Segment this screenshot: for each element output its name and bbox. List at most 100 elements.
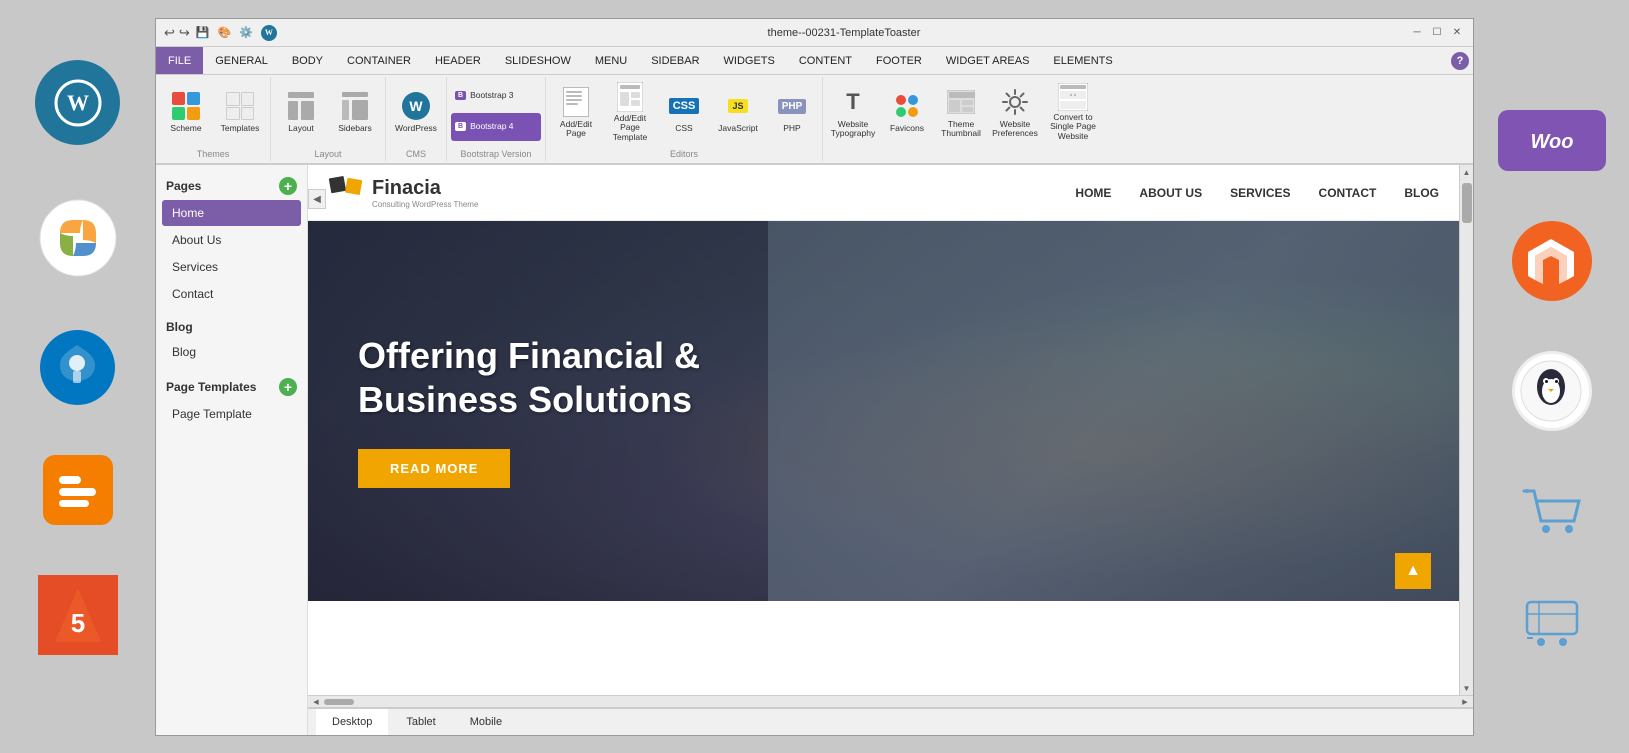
menu-menu[interactable]: MENU — [583, 47, 639, 74]
nav-link-services[interactable]: SERVICES — [1230, 186, 1290, 200]
scroll-down-arrow[interactable]: ▼ — [1460, 681, 1474, 695]
opencart-bird-icon[interactable] — [1512, 351, 1592, 431]
php-label: PHP — [783, 124, 800, 133]
tab-desktop[interactable]: Desktop — [316, 709, 388, 735]
scroll-thumb-v[interactable] — [1462, 183, 1472, 223]
nav-link-home[interactable]: HOME — [1075, 186, 1111, 200]
save-icon[interactable]: 💾 — [196, 26, 210, 39]
scroll-right-arrow[interactable]: ▶ — [1459, 697, 1471, 707]
settings-icon[interactable]: ⚙️ — [239, 26, 253, 39]
bootstrap3-btn[interactable]: B Bootstrap 3 — [451, 82, 541, 110]
sidebars-btn[interactable]: Sidebars — [329, 83, 381, 141]
help-btn[interactable]: ? — [1451, 52, 1469, 70]
sidebars-icon — [339, 90, 371, 122]
ribbon-toolbar: Scheme Templates Themes — [156, 75, 1473, 165]
sidebar-item-services[interactable]: Services — [162, 254, 301, 280]
sidebar-item-home[interactable]: Home — [162, 200, 301, 226]
editors-group-label: Editors — [546, 149, 822, 159]
nav-link-blog[interactable]: BLOG — [1404, 186, 1439, 200]
horizontal-scrollbar: ◀ ▶ — [308, 695, 1473, 707]
minimize-btn[interactable]: ─ — [1409, 25, 1425, 41]
joomla-icon[interactable] — [35, 195, 120, 280]
templates-btn[interactable]: Templates — [214, 83, 266, 141]
title-bar: ↩ ↪ 💾 🎨 ⚙️ W theme--00231-TemplateToaste… — [156, 19, 1473, 47]
wordpress-icon[interactable]: W — [35, 60, 120, 145]
sidebar-item-blog[interactable]: Blog — [162, 339, 301, 365]
tab-tablet[interactable]: Tablet — [390, 709, 451, 735]
right-side-icons: Woo — [1474, 0, 1629, 753]
convert-icon — [1057, 83, 1089, 111]
menu-footer[interactable]: FOOTER — [864, 47, 934, 74]
scroll-left-arrow[interactable]: ◀ — [310, 697, 322, 707]
cms-group-label: CMS — [386, 149, 446, 159]
bootstrap4-btn[interactable]: B Bootstrap 4 — [451, 113, 541, 141]
menu-sidebar[interactable]: SIDEBAR — [639, 47, 711, 74]
pages-section: Pages + Home About Us Services Contact — [156, 173, 307, 308]
scroll-up-arrow[interactable]: ▲ — [1460, 165, 1474, 179]
page-templates-header: Page Templates + — [156, 374, 307, 400]
undo-btn[interactable]: ↩ — [164, 25, 175, 41]
convert-btn[interactable]: Convert to Single Page Website — [1043, 83, 1103, 141]
main-window: ↩ ↪ 💾 🎨 ⚙️ W theme--00231-TemplateToaste… — [155, 18, 1474, 736]
scroll-thumb-h[interactable] — [324, 699, 354, 705]
bottom-tabs: Desktop Tablet Mobile — [308, 707, 1473, 735]
html5-icon[interactable]: 5 — [38, 575, 118, 655]
woo-icon-container[interactable]: Woo — [1498, 110, 1606, 171]
preview-and-scroll: Finacia Consulting WordPress Theme HOME … — [308, 165, 1473, 695]
add-template-btn[interactable]: + — [279, 378, 297, 396]
add-edit-page-template-btn[interactable]: Add/Edit Page Template — [604, 83, 656, 141]
close-btn[interactable]: ✕ — [1449, 25, 1465, 41]
javascript-btn[interactable]: JS JavaScript — [712, 83, 764, 141]
themes-group: Scheme Templates Themes — [156, 77, 271, 161]
scroll-up-btn[interactable]: ▲ — [1395, 553, 1431, 589]
layout-label: Layout — [288, 124, 314, 133]
add-page-btn[interactable]: + — [279, 177, 297, 195]
layout-btn[interactable]: Layout — [275, 83, 327, 141]
wordpress-btn[interactable]: W WordPress — [390, 83, 442, 141]
cart-icon-2[interactable] — [1512, 591, 1592, 651]
add-edit-page-btn[interactable]: Add/Edit Page — [550, 83, 602, 141]
sidebar-item-page-template[interactable]: Page Template — [162, 401, 301, 427]
menu-file[interactable]: FILE — [156, 47, 203, 74]
nav-link-about[interactable]: ABOUT US — [1139, 186, 1202, 200]
nav-link-contact[interactable]: CONTACT — [1319, 186, 1377, 200]
php-btn[interactable]: PHP PHP — [766, 83, 818, 141]
layout-icon — [285, 90, 317, 122]
page-templates-label: Page Templates — [166, 380, 256, 394]
theme-thumbnail-icon — [945, 86, 977, 118]
preview-nav-links: HOME ABOUT US SERVICES CONTACT BLOG — [1075, 186, 1439, 200]
tab-mobile[interactable]: Mobile — [454, 709, 518, 735]
color-icon[interactable]: 🎨 — [218, 26, 232, 39]
php-icon: PHP — [776, 90, 808, 122]
css-btn[interactable]: CSS CSS — [658, 83, 710, 141]
favicons-btn[interactable]: Favicons — [881, 83, 933, 141]
menu-widgets[interactable]: WIDGETS — [712, 47, 787, 74]
blogger-icon[interactable] — [43, 455, 113, 525]
cart-icon-1[interactable] — [1512, 481, 1592, 541]
css-label: CSS — [675, 124, 692, 133]
menu-slideshow[interactable]: SLIDESHOW — [493, 47, 583, 74]
website-preferences-btn[interactable]: Website Preferences — [989, 83, 1041, 141]
menu-container[interactable]: CONTAINER — [335, 47, 423, 74]
svg-text:Woo: Woo — [1530, 131, 1573, 153]
sidebar-item-contact[interactable]: Contact — [162, 281, 301, 307]
menu-widget-areas[interactable]: WIDGET AREAS — [934, 47, 1042, 74]
website-typography-btn[interactable]: T Website Typography — [827, 83, 879, 141]
pages-sidebar: ◀ Pages + Home About Us Services Contact… — [156, 165, 308, 735]
theme-thumbnail-btn[interactable]: Theme Thumbnail — [935, 83, 987, 141]
wordpress-ribbon-icon: W — [400, 90, 432, 122]
menu-general[interactable]: GENERAL — [203, 47, 280, 74]
sidebar-item-about[interactable]: About Us — [162, 227, 301, 253]
magento-icon[interactable] — [1512, 221, 1592, 301]
maximize-btn[interactable]: ☐ — [1429, 25, 1445, 41]
hero-cta-btn[interactable]: READ MORE — [358, 449, 510, 488]
menu-body[interactable]: BODY — [280, 47, 335, 74]
menu-bar: FILE GENERAL BODY CONTAINER HEADER SLIDE… — [156, 47, 1473, 75]
menu-header[interactable]: HEADER — [423, 47, 493, 74]
drupal-icon[interactable] — [40, 330, 115, 405]
menu-content[interactable]: CONTENT — [787, 47, 864, 74]
menu-elements[interactable]: ELEMENTS — [1041, 47, 1124, 74]
left-side-icons: W — [0, 0, 155, 753]
scheme-btn[interactable]: Scheme — [160, 83, 212, 141]
redo-btn[interactable]: ↪ — [179, 25, 190, 41]
